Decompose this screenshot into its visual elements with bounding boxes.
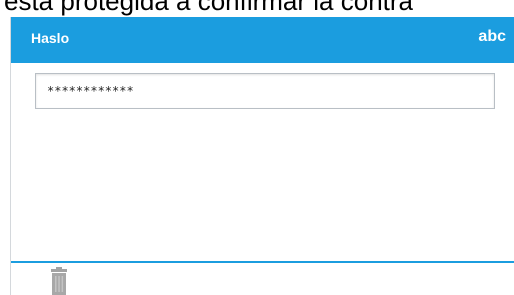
trash-icon[interactable] [49, 267, 69, 295]
dialog-header: Haslo abc [11, 17, 514, 63]
page: esta protegida a confirmar la contra Has… [0, 0, 514, 295]
input-mode-toggle[interactable]: abc [478, 28, 506, 46]
dialog-body [11, 63, 514, 261]
dialog-footer [11, 263, 514, 295]
password-input[interactable] [35, 73, 495, 109]
dialog-title: Haslo [31, 30, 70, 46]
background-caption-text: esta protegida a confirmar la contra [4, 0, 413, 16]
password-dialog: Haslo abc [10, 17, 514, 295]
